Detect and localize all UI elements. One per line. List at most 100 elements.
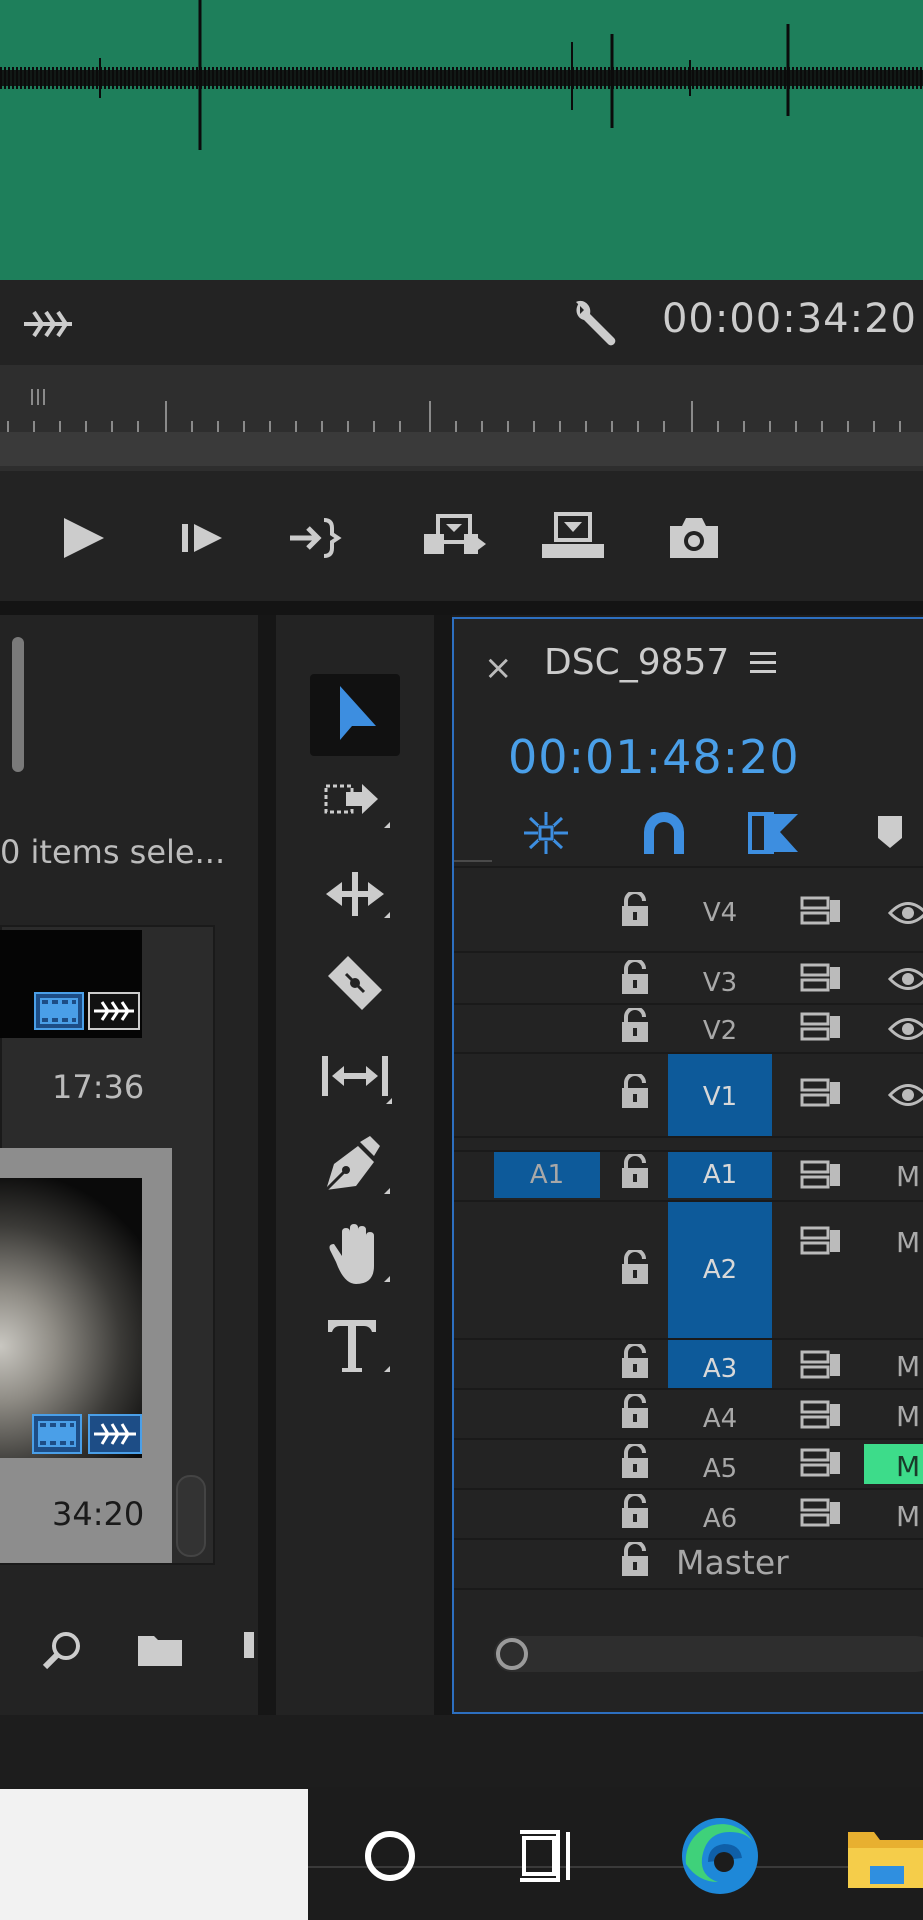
new-item-icon[interactable]: [244, 1632, 258, 1668]
audio-clip-badge-icon: [88, 992, 140, 1030]
insert-button[interactable]: [420, 510, 490, 566]
thumbnail-zoom-slider[interactable]: [176, 1475, 206, 1557]
track-divider: [454, 1388, 923, 1390]
track-label-v3: V3: [702, 968, 738, 998]
task-view-icon[interactable]: [520, 1828, 580, 1884]
track-select-forward-tool-icon[interactable]: [318, 770, 394, 840]
sync-lock-icon[interactable]: [800, 1226, 844, 1256]
track-divider: [454, 951, 923, 953]
track-lock-icon[interactable]: [618, 1154, 652, 1190]
clip-duration: 17:36: [52, 1068, 145, 1106]
video-clip-badge-icon: [32, 1414, 82, 1454]
track-lock-icon[interactable]: [618, 1250, 652, 1286]
track-label-a6: A6: [702, 1504, 738, 1534]
track-lock-icon[interactable]: [618, 1494, 652, 1530]
track-lock-icon[interactable]: [618, 960, 652, 996]
audio-waveform-display[interactable]: [0, 0, 923, 280]
panel-divider[interactable]: [0, 601, 923, 615]
new-bin-folder-icon[interactable]: [136, 1630, 184, 1670]
track-divider: [454, 1488, 923, 1490]
go-to-out-point-button[interactable]: [286, 510, 346, 566]
project-scrollbar-thumb[interactable]: [12, 637, 24, 772]
mute-track-button[interactable]: M: [896, 1400, 920, 1433]
source-patch-label: A1: [529, 1160, 565, 1190]
workspace-bottom-edge: [0, 1715, 923, 1787]
timeline-zoom-handle[interactable]: [496, 1638, 528, 1670]
source-zoom-scroll-bar[interactable]: [0, 432, 923, 466]
sync-lock-icon[interactable]: [800, 1160, 844, 1190]
track-divider: [454, 1136, 923, 1138]
track-label-v2: V2: [702, 1016, 738, 1046]
track-divider: [454, 1003, 923, 1005]
sync-lock-icon[interactable]: [800, 1498, 844, 1528]
source-playhead-timecode[interactable]: 00:00:34:20: [662, 296, 917, 342]
track-label-a2: A2: [702, 1255, 738, 1285]
mute-track-button[interactable]: M: [896, 1450, 920, 1483]
sync-lock-icon[interactable]: [800, 1350, 844, 1380]
track-lock-icon[interactable]: [618, 1542, 652, 1578]
sync-lock-icon[interactable]: [800, 963, 844, 993]
sequence-tab-title[interactable]: DSC_9857: [544, 642, 729, 683]
toggle-track-output-eye-icon[interactable]: [888, 1082, 923, 1108]
type-tool-icon[interactable]: [318, 1312, 394, 1382]
export-frame-camera-button[interactable]: [664, 510, 724, 566]
search-icon[interactable]: [40, 1628, 84, 1672]
sync-lock-icon[interactable]: [800, 1448, 844, 1478]
timeline-zoom-scrollbar[interactable]: [494, 1636, 923, 1672]
hand-tool-icon[interactable]: [318, 1222, 394, 1292]
step-forward-button[interactable]: [174, 510, 234, 566]
track-divider: [454, 1538, 923, 1540]
overwrite-button[interactable]: [540, 510, 610, 566]
nest-sequence-icon[interactable]: [518, 808, 574, 858]
track-label-v4: V4: [702, 898, 738, 928]
track-label-a5: A5: [702, 1454, 738, 1484]
mute-track-button[interactable]: M: [896, 1226, 920, 1259]
items-selected-status: 0 items sele...: [0, 833, 226, 871]
toggle-track-output-eye-icon[interactable]: [888, 900, 923, 926]
add-marker-icon[interactable]: [870, 808, 923, 858]
audio-clip-badge-icon: [88, 1414, 142, 1454]
razor-tool-icon[interactable]: [318, 952, 394, 1022]
panel-gutter: [258, 615, 276, 1715]
pen-tool-icon[interactable]: [318, 1134, 394, 1204]
audio-waveform-toggle-icon[interactable]: [22, 306, 74, 342]
track-label-v1: V1: [702, 1082, 738, 1112]
close-sequence-tab-button[interactable]: ×: [484, 648, 513, 688]
track-divider: [454, 866, 923, 868]
track-label-a1: A1: [702, 1160, 738, 1190]
track-lock-icon[interactable]: [618, 1344, 652, 1380]
sync-lock-icon[interactable]: [800, 1078, 844, 1108]
mute-track-button[interactable]: M: [896, 1350, 920, 1383]
snap-magnet-icon[interactable]: [636, 808, 692, 858]
edge-icon[interactable]: [678, 1814, 762, 1898]
cortana-icon[interactable]: [362, 1828, 418, 1884]
panel-menu-icon[interactable]: [748, 648, 778, 678]
linked-selection-icon[interactable]: [746, 808, 802, 858]
ripple-edit-tool-icon[interactable]: [318, 860, 394, 930]
mute-track-button[interactable]: M: [896, 1500, 920, 1533]
track-lock-icon[interactable]: [618, 1008, 652, 1044]
file-explorer-icon[interactable]: [846, 1822, 923, 1898]
toggle-track-output-eye-icon[interactable]: [888, 966, 923, 992]
sequence-playhead-timecode[interactable]: 00:01:48:20: [508, 730, 800, 784]
track-lock-icon[interactable]: [618, 892, 652, 928]
mute-track-button[interactable]: M: [896, 1160, 920, 1193]
sync-lock-icon[interactable]: [800, 896, 844, 926]
taskbar-search-box[interactable]: [0, 1789, 308, 1920]
tab-indicator: [454, 860, 492, 862]
track-lock-icon[interactable]: [618, 1074, 652, 1110]
sync-lock-icon[interactable]: [800, 1012, 844, 1042]
master-track-label: Master: [676, 1543, 789, 1582]
track-divider: [454, 1438, 923, 1440]
settings-wrench-icon[interactable]: [570, 296, 624, 348]
play-button[interactable]: [54, 510, 114, 566]
slip-tool-icon[interactable]: [318, 1044, 394, 1114]
track-lock-icon[interactable]: [618, 1394, 652, 1430]
selection-tool-icon[interactable]: [318, 680, 394, 750]
track-label-a3: A3: [702, 1354, 738, 1384]
toggle-track-output-eye-icon[interactable]: [888, 1016, 923, 1042]
sync-lock-icon[interactable]: [800, 1400, 844, 1430]
video-clip-badge-icon: [34, 992, 84, 1030]
track-divider: [454, 1588, 923, 1590]
track-lock-icon[interactable]: [618, 1444, 652, 1480]
